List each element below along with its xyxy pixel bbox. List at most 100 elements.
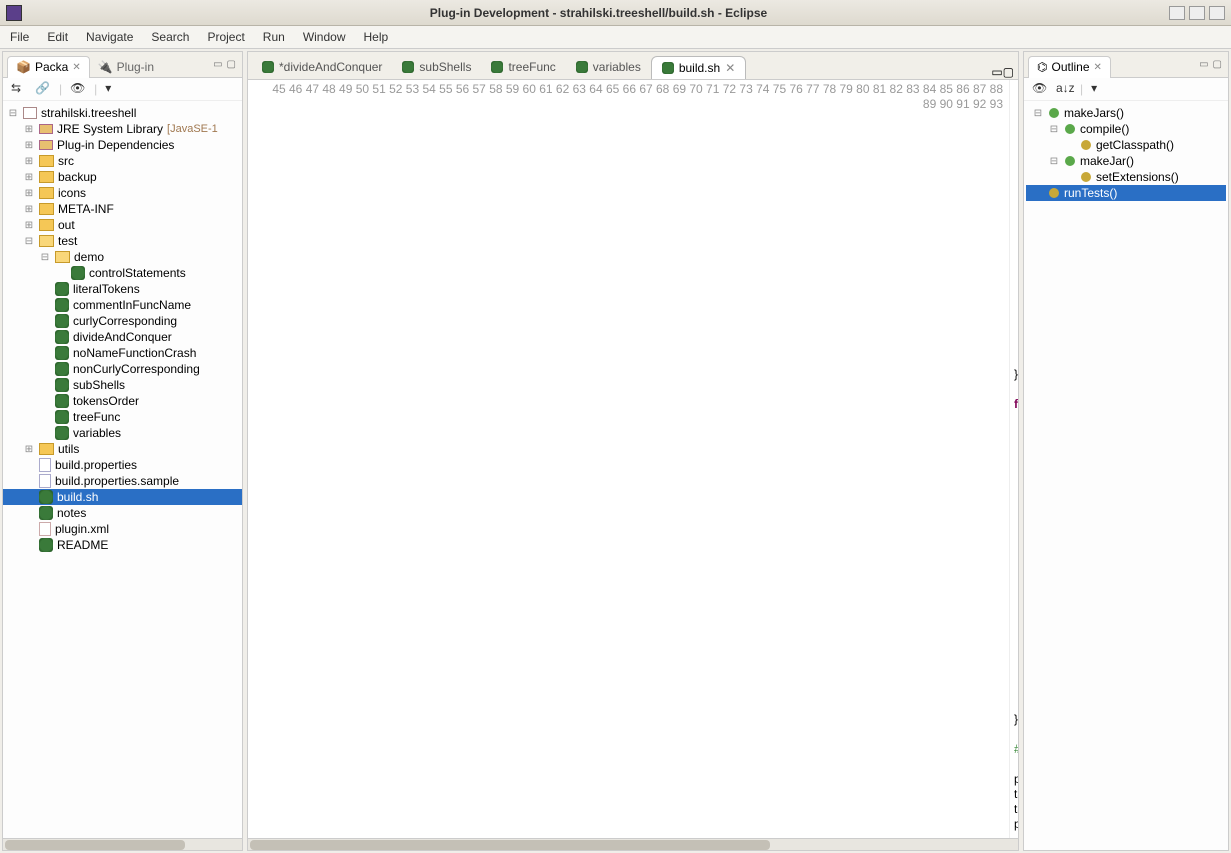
tree-plugin-deps[interactable]: ⊞Plug-in Dependencies [3,137,242,153]
tab-outline[interactable]: ⌬ Outline ✕ [1028,56,1111,78]
minimize-view-icon[interactable]: ▭ [211,59,224,70]
editor-tab[interactable]: treeFunc [481,55,565,79]
menu-window[interactable]: Window [303,30,346,44]
tree-folder-test[interactable]: ⊟test [3,233,242,249]
outline-item[interactable]: runTests() [1026,185,1226,201]
tree-file[interactable]: commentInFuncName [3,297,242,313]
folder-open-icon [39,235,54,247]
expand-icon[interactable]: ⊞ [23,220,35,231]
menu-file[interactable]: File [10,30,29,44]
editor-tab[interactable]: variables [566,55,651,79]
editor-tab[interactable]: *divideAndConquer [252,55,392,79]
restore-view-icon[interactable]: ▢ [1211,59,1224,70]
script-icon [55,394,69,408]
expand-icon[interactable]: ⊞ [23,124,35,135]
tab-package-explorer[interactable]: 📦 Packa ✕ [7,56,90,78]
expand-icon[interactable]: ⊞ [23,172,35,183]
tree-file-build-sh[interactable]: build.sh [3,489,242,505]
tree-file-build-properties-sample[interactable]: build.properties.sample [3,473,242,489]
tree-folder-demo[interactable]: ⊟demo [3,249,242,265]
outline-label: runTests() [1064,186,1117,200]
restore-view-icon[interactable]: ▢ [225,59,238,70]
tree-label: subShells [73,378,125,392]
expand-icon[interactable]: ⊟ [1048,124,1060,135]
outline-item[interactable]: getClasspath() [1026,137,1226,153]
title-bar: Plug-in Development - strahilski.treeshe… [0,0,1231,26]
package-explorer-tree[interactable]: ⊟strahilski.treeshell⊞JRE System Library… [3,101,242,838]
tree-file[interactable]: variables [3,425,242,441]
collapse-all-icon[interactable]: ⇆ [11,81,27,97]
tab-label: build.sh [679,61,720,75]
tree-file[interactable]: literalTokens [3,281,242,297]
minimize-view-icon[interactable]: ▭ [1197,59,1210,70]
tree-folder-backup[interactable]: ⊞backup [3,169,242,185]
menu-project[interactable]: Project [207,30,244,44]
script-icon [55,378,69,392]
expand-icon[interactable]: ⊟ [23,236,35,247]
close-icon[interactable]: ✕ [1094,62,1102,73]
tree-file-notes[interactable]: notes [3,505,242,521]
tree-file-build-properties[interactable]: build.properties [3,457,242,473]
outline-item[interactable]: setExtensions() [1026,169,1226,185]
minimize-button[interactable] [1169,6,1185,20]
tab-plugin[interactable]: 🔌 Plug-in [90,56,162,78]
tree-folder-icons[interactable]: ⊞icons [3,185,242,201]
expand-icon[interactable]: ⊞ [23,140,35,151]
view-menu-icon[interactable]: ▾ [1091,81,1107,97]
expand-icon[interactable]: ⊞ [23,156,35,167]
tree-folder-META-INF[interactable]: ⊞META-INF [3,201,242,217]
close-button[interactable] [1209,6,1225,20]
code-content[interactable]: setExtensions "${exts}" jar cvfm "${out}… [1010,80,1018,838]
maximize-button[interactable] [1189,6,1205,20]
tree-file[interactable]: controlStatements [3,265,242,281]
editor-tab[interactable]: subShells [392,55,481,79]
focus-task-icon[interactable]: 👁 [70,81,86,97]
tree-folder-src[interactable]: ⊞src [3,153,242,169]
outline-item[interactable]: ⊟makeJar() [1026,153,1226,169]
script-icon [262,61,274,73]
editor-horizontal-scrollbar[interactable] [248,838,1018,850]
editor[interactable]: 45 46 47 48 49 50 51 52 53 54 55 56 57 5… [248,80,1018,838]
editor-tab[interactable]: build.sh ✕ [651,56,746,80]
expand-icon[interactable]: ⊟ [1048,156,1060,167]
tree-file[interactable]: noNameFunctionCrash [3,345,242,361]
tree-jre[interactable]: ⊞JRE System Library [JavaSE-1 [3,121,242,137]
expand-icon[interactable]: ⊞ [23,204,35,215]
expand-icon[interactable]: ⊞ [23,188,35,199]
tree-file-README[interactable]: README [3,537,242,553]
menu-edit[interactable]: Edit [47,30,68,44]
function-icon [1081,172,1091,182]
tree-file-plugin-xml[interactable]: plugin.xml [3,521,242,537]
expand-icon[interactable]: ⊟ [1032,108,1044,119]
horizontal-scrollbar[interactable] [3,838,242,850]
expand-icon[interactable]: ⊞ [23,444,35,455]
menu-navigate[interactable]: Navigate [86,30,133,44]
tree-file[interactable]: divideAndConquer [3,329,242,345]
tree-file[interactable]: tokensOrder [3,393,242,409]
tree-project[interactable]: ⊟strahilski.treeshell [3,105,242,121]
menu-help[interactable]: Help [364,30,389,44]
menu-run[interactable]: Run [263,30,285,44]
focus-icon[interactable]: 👁 [1032,81,1048,97]
outline-item[interactable]: ⊟makeJars() [1026,105,1226,121]
sort-icon[interactable]: a↓z [1056,81,1072,97]
tree-file[interactable]: nonCurlyCorresponding [3,361,242,377]
tree-folder-out[interactable]: ⊞out [3,217,242,233]
close-icon[interactable]: ✕ [72,62,80,73]
outline-tree[interactable]: ⊟makeJars()⊟compile()getClasspath()⊟make… [1024,101,1228,850]
script-icon [55,282,69,296]
minimize-editor-icon[interactable]: ▭ [991,65,1002,79]
expand-icon[interactable]: ⊟ [7,108,19,119]
tree-file[interactable]: curlyCorresponding [3,313,242,329]
link-editor-icon[interactable]: 🔗 [35,81,51,97]
tree-file[interactable]: subShells [3,377,242,393]
maximize-editor-icon[interactable]: ▢ [1003,65,1014,79]
menu-search[interactable]: Search [151,30,189,44]
close-icon[interactable]: ✕ [725,61,735,75]
tree-file[interactable]: treeFunc [3,409,242,425]
expand-icon[interactable]: ⊟ [39,252,51,263]
view-menu-icon[interactable]: ▾ [105,81,121,97]
tree-folder-utils[interactable]: ⊞utils [3,441,242,457]
package-explorer-tabs: 📦 Packa ✕ 🔌 Plug-in ▭ ▢ [3,52,242,78]
outline-item[interactable]: ⊟compile() [1026,121,1226,137]
